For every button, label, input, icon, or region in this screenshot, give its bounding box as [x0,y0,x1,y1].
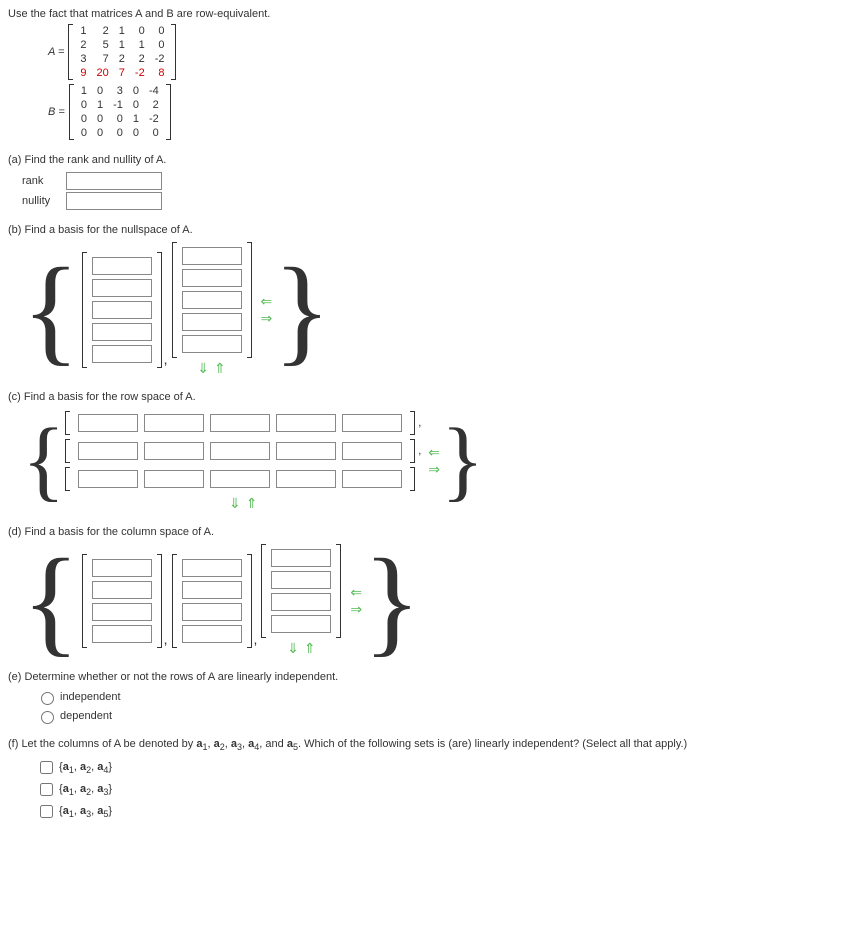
remove-row-icon[interactable]: ⇑ [214,360,226,376]
b-v1-5[interactable] [92,345,152,363]
c-r1-3[interactable] [210,414,270,432]
nullspace-basis-set: { , ⇓ ⇑ ⇐ ⇒ } [22,242,848,377]
colspace-basis-set: { , , ⇓ ⇑ ⇐ ⇒ } [22,544,848,657]
rank-input[interactable] [66,172,162,190]
c-r3-1[interactable] [78,470,138,488]
remove-col-icon[interactable]: ⇐ [428,444,440,461]
d-v1-3[interactable] [92,603,152,621]
d-v1-2[interactable] [92,581,152,599]
intro-text: Use the fact that matrices A and B are r… [8,8,848,20]
d-v3-4[interactable] [271,615,331,633]
part-b-question: (b) Find a basis for the nullspace of A. [8,224,848,236]
d-v2-3[interactable] [182,603,242,621]
d-v1-1[interactable] [92,559,152,577]
d-v1-4[interactable] [92,625,152,643]
f-check-3[interactable] [40,805,53,818]
remove-col-icon[interactable]: ⇐ [350,584,362,601]
part-f-question: (f) Let the columns of A be denoted by a… [8,738,848,752]
c-r1-1[interactable] [78,414,138,432]
add-col-icon[interactable]: ⇒ [350,601,362,618]
left-brace: { [22,551,80,651]
b-v2-3[interactable] [182,291,242,309]
e-label-independent: independent [60,691,121,703]
right-brace: } [273,260,331,360]
d-v3-2[interactable] [271,571,331,589]
right-brace: } [441,421,484,501]
f-label-3: {a1, a3, a5} [59,805,112,819]
c-r3-2[interactable] [144,470,204,488]
b-v2-5[interactable] [182,335,242,353]
e-label-dependent: dependent [60,710,112,722]
d-v3-1[interactable] [271,549,331,567]
f-label-1: {a1, a2, a4} [59,761,112,775]
d-v2-2[interactable] [182,581,242,599]
nullity-input[interactable] [66,192,162,210]
c-r2-3[interactable] [210,442,270,460]
c-r1-4[interactable] [276,414,336,432]
b-v1-3[interactable] [92,301,152,319]
rank-label: rank [22,175,66,187]
b-v1-1[interactable] [92,257,152,275]
b-v1-4[interactable] [92,323,152,341]
add-col-icon[interactable]: ⇒ [261,310,273,327]
add-row-icon[interactable]: ⇓ [287,640,299,656]
rowspace-basis-set: { , , [22,409,848,512]
c-r3-3[interactable] [210,470,270,488]
d-v3-3[interactable] [271,593,331,611]
b-v1-2[interactable] [92,279,152,297]
part-d-question: (d) Find a basis for the column space of… [8,526,848,538]
b-v2-2[interactable] [182,269,242,287]
f-label-2: {a1, a2, a3} [59,783,112,797]
c-r2-1[interactable] [78,442,138,460]
right-brace: } [363,551,421,651]
matrix-A: A = 12100 25110 3722-2 9207-28 [48,24,848,80]
c-r1-2[interactable] [144,414,204,432]
c-r2-5[interactable] [342,442,402,460]
f-check-2[interactable] [40,783,53,796]
left-brace: { [22,260,80,360]
remove-col-icon[interactable]: ⇐ [261,293,273,310]
part-a-question: (a) Find the rank and nullity of A. [8,154,848,166]
part-e-question: (e) Determine whether or not the rows of… [8,671,848,683]
remove-row-icon[interactable]: ⇑ [304,640,316,656]
e-radio-dependent[interactable] [41,711,54,724]
b-v2-4[interactable] [182,313,242,331]
c-r3-4[interactable] [276,470,336,488]
add-col-icon[interactable]: ⇒ [428,461,440,478]
nullity-label: nullity [22,195,66,207]
b-v2-1[interactable] [182,247,242,265]
f-check-1[interactable] [40,761,53,774]
c-r1-5[interactable] [342,414,402,432]
e-radio-independent[interactable] [41,692,54,705]
add-row-icon[interactable]: ⇓ [229,495,241,511]
d-v2-4[interactable] [182,625,242,643]
matrix-B: B = 1030-4 01-102 0001-2 00000 [48,84,848,140]
remove-row-icon[interactable]: ⇑ [246,495,258,511]
part-c-question: (c) Find a basis for the row space of A. [8,391,848,403]
c-r2-4[interactable] [276,442,336,460]
c-r2-2[interactable] [144,442,204,460]
c-r3-5[interactable] [342,470,402,488]
add-row-icon[interactable]: ⇓ [197,360,209,376]
left-brace: { [22,421,65,501]
d-v2-1[interactable] [182,559,242,577]
